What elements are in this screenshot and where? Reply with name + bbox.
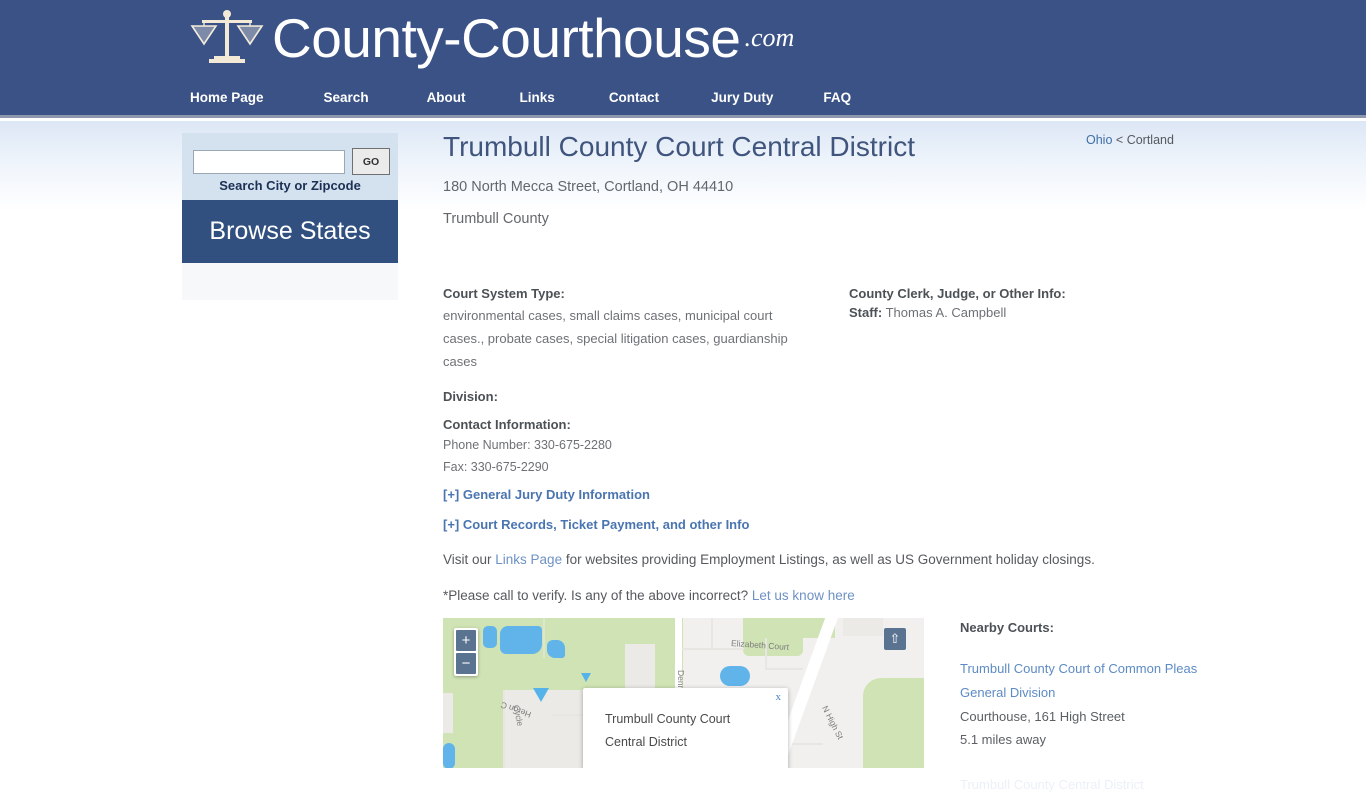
nav-item-faq[interactable]: FAQ [823, 90, 851, 105]
map-info-window: x Trumbull County Court Central District [583, 688, 788, 768]
nav-item-home-page[interactable]: Home Page [190, 90, 264, 105]
links-page-paragraph: Visit our Links Page for websites provid… [443, 551, 1095, 569]
zoom-out-button[interactable]: − [456, 653, 476, 674]
division-label: Division: [443, 389, 498, 404]
verify-paragraph: *Please call to verify. Is any of the ab… [443, 587, 855, 605]
nav-item-contact[interactable]: Contact [609, 90, 659, 105]
map-compass-button[interactable]: ⇧ [884, 628, 906, 650]
verify-prefix-text: *Please call to verify. Is any of the ab… [443, 588, 752, 603]
scales-of-justice-icon [190, 10, 264, 63]
search-caption: Search City or Zipcode [219, 178, 361, 193]
main-nav: Home Page Search About Links Contact Jur… [190, 90, 851, 105]
contact-block: Contact Information: Phone Number: 330-6… [443, 416, 612, 478]
map-widget[interactable]: Elizabeth Court N High St Denn Cycle Her… [443, 618, 924, 768]
zoom-in-button[interactable]: + [456, 630, 476, 651]
search-panel: GO Search City or Zipcode [182, 133, 398, 200]
nearby-court-item: Trumbull County Central District [960, 773, 1220, 797]
visit-suffix-text: for websites providing Employment Listin… [562, 552, 1095, 567]
clerk-column: County Clerk, Judge, or Other Info: Staf… [849, 285, 1179, 322]
court-system-type-label: Court System Type: [443, 286, 565, 301]
nav-item-search[interactable]: Search [324, 90, 369, 105]
brand-title: County-Courthouse [272, 7, 741, 69]
staff-name: Thomas A. Campbell [885, 305, 1007, 320]
expand-court-records-link[interactable]: [+] Court Records, Ticket Payment, and o… [443, 517, 749, 532]
nav-item-jury-duty[interactable]: Jury Duty [711, 90, 773, 105]
map-label-n-high-st: N High St [820, 704, 846, 741]
court-system-type-value: environmental cases, small claims cases,… [443, 308, 788, 369]
search-input[interactable] [193, 150, 345, 174]
let-us-know-link[interactable]: Let us know here [752, 588, 855, 603]
court-system-column: Court System Type: environmental cases, … [443, 285, 793, 474]
nav-item-links[interactable]: Links [520, 90, 555, 105]
nearby-courts-title: Nearby Courts: [960, 620, 1054, 635]
contact-information-label: Contact Information: [443, 417, 571, 432]
nearby-court-address: Courthouse, 161 High Street [960, 709, 1125, 724]
staff-label: Staff: [849, 305, 883, 320]
site-header: County-Courthouse .com Home Page Search … [0, 0, 1366, 118]
phone-number: Phone Number: 330-675-2280 [443, 438, 612, 452]
info-window-title: Trumbull County Court Central District [605, 712, 731, 749]
nearby-court-distance: 5.1 miles away [960, 732, 1046, 747]
map-marker-secondary[interactable] [581, 673, 591, 682]
browse-states-button[interactable]: Browse States [182, 200, 398, 263]
court-county: Trumbull County [443, 211, 549, 227]
map-zoom-controls: + − [454, 628, 478, 676]
links-page-link[interactable]: Links Page [495, 552, 562, 567]
staff-row: Staff: Thomas A. Campbell [849, 303, 1179, 322]
division-block: Division: [443, 388, 498, 406]
nav-item-about[interactable]: About [427, 90, 466, 105]
sidebar-filler [182, 263, 398, 300]
sidebar: GO Search City or Zipcode Browse States [182, 133, 398, 300]
map-marker-primary[interactable] [533, 688, 549, 702]
nearby-courts-panel: Nearby Courts: Trumbull County Court of … [960, 620, 1220, 797]
brand-suffix: .com [744, 23, 795, 52]
nearby-court-link[interactable]: Trumbull County Court of Common Pleas Ge… [960, 657, 1220, 705]
go-button[interactable]: GO [352, 148, 390, 175]
nearby-court-link[interactable]: Trumbull County Central District [960, 773, 1220, 797]
court-address: 180 North Mecca Street, Cortland, OH 444… [443, 179, 734, 195]
clerk-info-label: County Clerk, Judge, or Other Info: [849, 286, 1066, 301]
expand-jury-duty-link[interactable]: [+] General Jury Duty Information [443, 487, 650, 502]
site-brand[interactable]: County-Courthouse .com [190, 6, 794, 70]
visit-prefix-text: Visit our [443, 552, 496, 567]
page-title: Trumbull County Court Central District [443, 131, 915, 162]
main-content: Trumbull County Court Central District 1… [443, 130, 1203, 603]
info-window-close-icon[interactable]: x [776, 691, 782, 703]
nearby-court-item: Trumbull County Court of Common Pleas Ge… [960, 657, 1220, 751]
fax-number: Fax: 330-675-2290 [443, 460, 549, 474]
